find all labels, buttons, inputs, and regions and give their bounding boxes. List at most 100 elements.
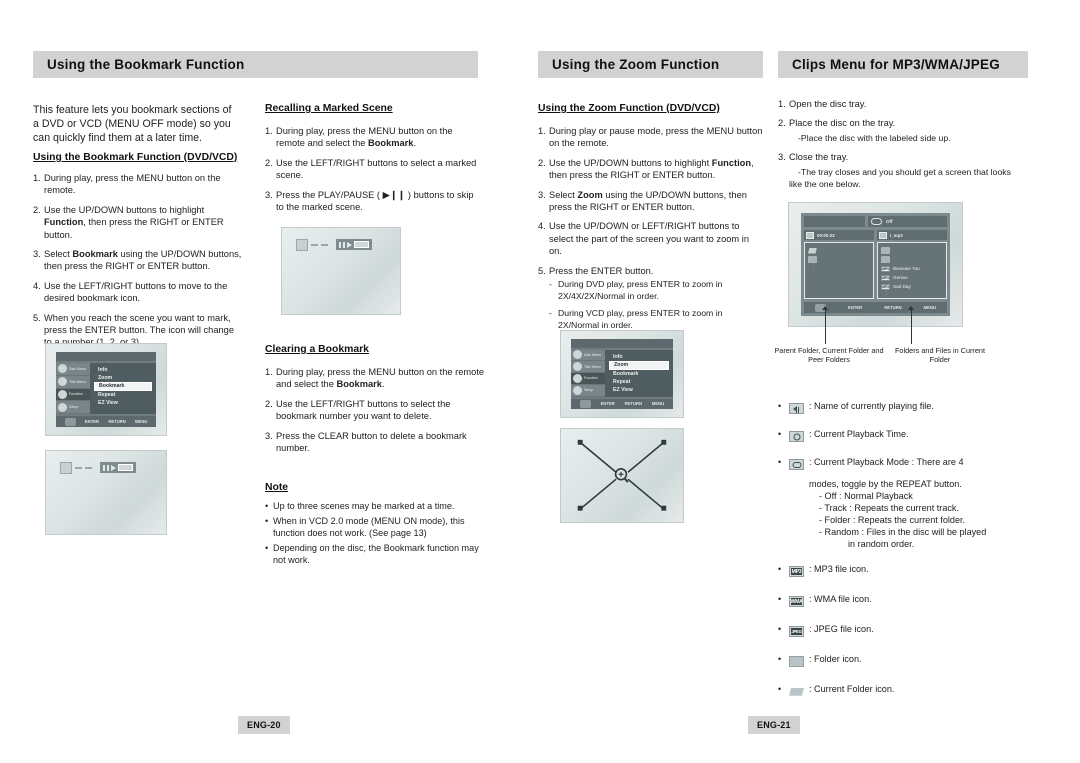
bookmark-icon xyxy=(296,238,308,251)
zoom-substep-vcd: - During VCD play, press ENTER to zoom in… xyxy=(549,308,723,330)
zoom-procedure-block: Using the Zoom Function (DVD/VCD) 1. Duri… xyxy=(538,103,764,331)
osd-item-bookmark: Bookmark xyxy=(94,382,152,391)
pointer-head-left xyxy=(822,306,828,310)
osd-footer: ENTER RETURN MENU xyxy=(571,398,673,409)
section-title-zoom: Using the Zoom Function xyxy=(552,57,720,72)
section-header-clips: Clips Menu for MP3/WMA/JPEG xyxy=(778,51,1028,78)
osd-item-ez-view: EZ View xyxy=(98,400,118,406)
file-name: Genius xyxy=(893,275,908,280)
list-item: 1. Open the disc tray. xyxy=(778,99,867,109)
osd-footer-return: RETURN xyxy=(624,401,643,407)
list-item: 1. During play, press the MENU button on … xyxy=(265,126,453,149)
list-item xyxy=(881,246,943,255)
osd-sidebar: Disk Menu Title Menu Function Setup xyxy=(571,349,605,397)
dpad-icon xyxy=(579,399,591,408)
speaker-file-icon xyxy=(789,403,804,415)
bullet: • xyxy=(778,429,782,439)
osd-item-list: Info Zoom Bookmark Repeat EZ View xyxy=(90,363,156,414)
list-item: • When in VCD 2.0 mode (MENU ON mode), th… xyxy=(265,515,465,539)
repeat-mode-off: - Off : Normal Playback xyxy=(819,491,913,501)
legend-text: : JPEG file icon. xyxy=(809,624,874,634)
wma-file-icon: WMA xyxy=(789,596,804,608)
legend-item-playback-time: • : Current Playback Time. xyxy=(778,428,1028,446)
list-item: 4. Use the UP/DOWN or LEFT/RIGHT buttons … xyxy=(538,221,749,257)
mp3-file-icon: MP3 xyxy=(789,566,804,578)
disc-icon xyxy=(58,364,67,374)
section-header-zoom: Using the Zoom Function xyxy=(538,51,763,78)
folder-icon xyxy=(808,256,817,263)
section-title-clips: Clips Menu for MP3/WMA/JPEG xyxy=(792,57,1000,72)
pause-bar-icon xyxy=(107,464,109,471)
ellipsis: ⋮ xyxy=(884,290,889,296)
marked-scene-icon-bar xyxy=(296,238,372,251)
manual-page-spread: Using the Bookmark Function This feature… xyxy=(0,0,1080,763)
osd-title-bar xyxy=(571,339,673,348)
repeat-mode-random-cont: in random order. xyxy=(848,539,915,549)
bookmark-slot-empty xyxy=(311,243,318,246)
repeat-mode-track: - Track : Repeats the current track. xyxy=(819,503,959,513)
list-item: 1. During play, press the MENU button on … xyxy=(265,367,485,390)
current-folder-icon xyxy=(808,247,817,254)
osd-body: Disk Menu Title Menu Function Setup Info… xyxy=(571,349,673,397)
disc-icon xyxy=(573,350,582,360)
zoom-subheading: Using the Zoom Function (DVD/VCD) xyxy=(538,103,720,114)
pause-bar-icon xyxy=(343,241,345,248)
time-display xyxy=(354,241,369,248)
list-item: 1. During play, press the MENU button on … xyxy=(33,173,221,196)
list-item: 5. Press the ENTER button. xyxy=(538,265,654,276)
note-heading: Note xyxy=(265,482,289,493)
osd-item-list: Info Zoom Bookmark Repeat EZ View xyxy=(605,349,673,397)
list-item: MP3 Sad Day xyxy=(881,282,943,291)
section-header-bookmark: Using the Bookmark Function xyxy=(33,51,478,78)
clips-step-list: 1. Open the disc tray. 2. Place the disc o… xyxy=(778,98,1023,191)
osd-footer-menu: MENU xyxy=(651,401,665,407)
osd-screenshot-zoom-crosshair xyxy=(560,428,684,523)
list-item: 3. Select Bookmark using the UP/DOWN butt… xyxy=(33,249,242,272)
pointer-line-right xyxy=(911,310,912,344)
clips-time-cell: 00:00:23 xyxy=(804,230,874,240)
osd-item-zoom: Zoom xyxy=(98,375,113,381)
clips-header: Off xyxy=(804,216,947,227)
bullet: • xyxy=(778,401,782,411)
osd-screenshot-bookmark-menu: Disk Menu Title Menu Function Setup Info… xyxy=(45,343,167,436)
osd-footer-return: RETURN xyxy=(108,419,126,424)
clips-folder-value: I_mp3 xyxy=(890,232,903,238)
clearing-step-list: 1. During play, press the MENU button on … xyxy=(265,366,485,454)
legend-item-playback-mode: • : Current Playback Mode : There are 4 xyxy=(778,456,1028,474)
osd-panel: Disk Menu Title Menu Function Setup Info… xyxy=(571,339,673,409)
list-item: 2. Use the UP/DOWN buttons to highlight F… xyxy=(33,204,224,240)
recalling-block: Recalling a Marked Scene 1. During play, … xyxy=(265,103,480,220)
clips-subheader: 00:00:23 I_mp3 xyxy=(804,230,947,240)
clearing-subheading: Clearing a Bookmark xyxy=(265,344,369,355)
clips-playback-mode: Off xyxy=(867,216,947,227)
legend-text: : WMA file icon. xyxy=(809,594,872,604)
zoom-crosshair-icon xyxy=(577,439,667,511)
osd-item-repeat: Repeat xyxy=(613,378,631,385)
clips-mode-value: Off xyxy=(885,219,893,224)
disc-icon xyxy=(573,362,582,372)
folder-icon xyxy=(881,256,890,263)
legend-mode-continued: modes, toggle by the REPEAT button. xyxy=(809,479,962,489)
clock-icon xyxy=(789,431,804,443)
list-item: 2. Use the LEFT/RIGHT buttons to select t… xyxy=(265,398,451,422)
page-number-right: ENG-21 xyxy=(748,716,800,734)
mp3-file-icon: MP3 xyxy=(881,274,890,281)
osd-panel: Disk Menu Title Menu Function Setup Info… xyxy=(56,352,156,427)
pause-bar-icon xyxy=(103,464,105,471)
bullet: • xyxy=(778,684,782,694)
list-item: 4. Use the LEFT/RIGHT buttons to move to … xyxy=(33,280,228,304)
time-display xyxy=(118,464,133,471)
legend-text: : Current Playback Time. xyxy=(809,429,909,439)
osd-screenshot-marked-scene-bar xyxy=(281,227,401,315)
folder-icon xyxy=(881,247,890,254)
osd-footer-enter: ENTER xyxy=(84,419,100,424)
osd-item-zoom: Zoom xyxy=(609,360,669,370)
list-item: • Depending on the disc, the Bookmark fun… xyxy=(265,542,479,566)
bookmark-icon-bar xyxy=(60,461,136,474)
osd-sidebar-item-function: Function xyxy=(571,373,605,385)
note-list: • Up to three scenes may be marked at a t… xyxy=(265,500,487,566)
osd-title-bar xyxy=(56,352,156,361)
osd-footer-menu: MENU xyxy=(135,419,148,424)
bookmark-slot-empty xyxy=(321,243,328,246)
list-item: 3. Select Zoom using the UP/DOWN buttons,… xyxy=(538,189,747,213)
